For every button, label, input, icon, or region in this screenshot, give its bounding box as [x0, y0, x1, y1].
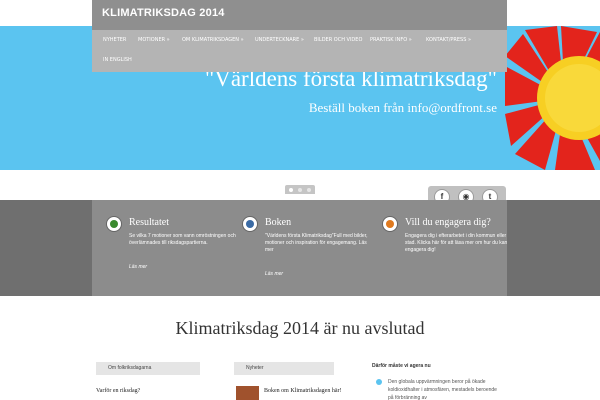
hero-subtitle: Beställ boken från info@ordfront.se — [308, 100, 497, 115]
nav-item-praktisk-info[interactable]: Praktisk info » — [370, 37, 412, 43]
nav-item-in-english[interactable]: In English — [103, 57, 132, 63]
slider-dot-1[interactable] — [289, 188, 293, 192]
feature-text: Se vilka 7 motioner som vann omröstninge… — [129, 233, 236, 246]
nav-item-undertecknare[interactable]: Undertecknare » — [255, 37, 304, 43]
nav-item-bilder-och-video[interactable]: Bilder och video — [314, 37, 362, 43]
feature-text[interactable]: Engagera dig i efterarbetet i din kommun… — [405, 233, 515, 254]
nav-item-om-klimatriksdagen[interactable]: Om Klimatriksdagen » — [182, 37, 244, 43]
nav-item-motioner[interactable]: Motioner » — [138, 37, 170, 43]
nav-item-nyheter[interactable]: Nyheter — [103, 37, 126, 43]
left-column-tab[interactable]: Om folkriksdagarna — [96, 362, 200, 375]
bullet-icon — [376, 379, 382, 385]
site-title[interactable]: KLIMATRIKSDAG 2014 — [102, 7, 225, 19]
green-circle-icon — [106, 216, 122, 232]
read-more-link[interactable]: Läs mer — [129, 264, 147, 270]
icon-dot — [110, 220, 118, 228]
slider-dot-2[interactable] — [298, 188, 302, 192]
middle-column-link[interactable]: Boken om Klimatriksdagen här! — [264, 388, 341, 394]
feature-title: Resultatet — [129, 217, 169, 228]
feature-text: "Världens första Klimatriksdag"Full med … — [265, 233, 368, 253]
icon-dot — [246, 220, 254, 228]
slider-dot-3[interactable] — [307, 188, 311, 192]
middle-column-tab[interactable]: Nyheter — [234, 362, 334, 375]
right-column-title: Därför måste vi agera nu — [372, 363, 431, 369]
site-header: KLIMATRIKSDAG 2014 Nyheter Motioner » Om… — [92, 0, 507, 72]
feature-title: Boken — [265, 217, 292, 228]
main-navigation: Nyheter Motioner » Om Klimatriksdagen » … — [92, 30, 507, 72]
orange-circle-icon — [382, 216, 398, 232]
nav-item-kontakt-press[interactable]: Kontakt/Press » — [426, 37, 471, 43]
slider-pagination — [285, 185, 315, 194]
blue-circle-icon — [242, 216, 258, 232]
read-more-link[interactable]: Läs mer — [265, 271, 283, 277]
news-thumbnail[interactable] — [236, 386, 259, 400]
right-column-text: Den globala uppvärmningen beror på ökade… — [388, 379, 497, 400]
features-panel: Resultatet Se vilka 7 motioner som vann … — [92, 200, 507, 296]
page-headline: Klimatriksdag 2014 är nu avslutad — [175, 318, 425, 338]
features-band: Resultatet Se vilka 7 motioner som vann … — [0, 200, 600, 296]
left-column-link[interactable]: Varför en riksdag? — [96, 388, 140, 394]
sun-illustration-icon — [505, 26, 600, 170]
icon-dot — [386, 220, 394, 228]
feature-title: Vill du engagera dig? — [405, 217, 491, 228]
